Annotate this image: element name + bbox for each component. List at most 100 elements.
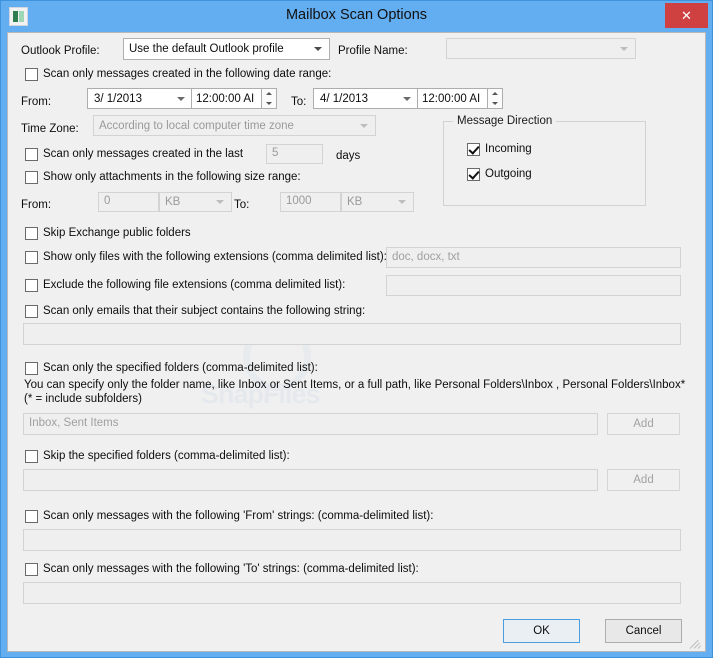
size-from-unit-combo[interactable]: KB [159, 192, 232, 212]
resize-grip[interactable] [689, 637, 702, 649]
time-from-field[interactable]: 12:00:00 AI [192, 88, 262, 109]
skip-public-folders-row[interactable]: Skip Exchange public folders [25, 226, 191, 240]
size-to-label: To: [234, 199, 250, 211]
to-strings-checkbox[interactable] [25, 562, 38, 576]
cancel-button[interactable]: Cancel [605, 619, 682, 643]
time-to-spinner[interactable] [488, 88, 503, 109]
last-days-unit-label: days [336, 150, 361, 162]
specified-folders-placeholder: Inbox, Sent Items [29, 417, 119, 430]
window-title: Mailbox Scan Options [285, 7, 428, 23]
message-direction-group: Message Direction Incoming Outgoing [443, 115, 646, 206]
to-strings-label: Scan only messages with the following 'T… [43, 563, 419, 575]
exclude-extensions-row[interactable]: Exclude the following file extensions (c… [25, 278, 345, 292]
incoming-row[interactable]: Incoming [467, 142, 532, 156]
to-strings-row[interactable]: Scan only messages with the following 'T… [25, 562, 419, 576]
spinner-down-icon[interactable] [262, 99, 276, 109]
time-from-spinner[interactable] [262, 88, 277, 109]
size-from-input[interactable]: 0 [98, 192, 159, 212]
size-to-unit-value: KB [347, 196, 363, 208]
spinner-up-icon[interactable] [488, 89, 502, 99]
from-strings-input[interactable] [23, 529, 681, 551]
size-to-unit-combo[interactable]: KB [341, 192, 414, 212]
size-range-label: Show only attachments in the following s… [43, 171, 301, 183]
time-to-value: 12:00:00 AI [422, 92, 481, 105]
subject-contains-checkbox[interactable] [25, 304, 38, 318]
last-days-value: 5 [272, 147, 279, 160]
outgoing-row[interactable]: Outgoing [467, 167, 532, 181]
skip-public-folders-checkbox[interactable] [25, 226, 38, 240]
date-to-value: 4/ 1/2013 [320, 92, 368, 105]
from-strings-checkbox[interactable] [25, 509, 38, 523]
ok-button[interactable]: OK [503, 619, 580, 643]
specified-folders-label: Scan only the specified folders (comma-d… [43, 362, 318, 374]
dialog-window: Mailbox Scan Options ✕ SnapFiles Outlook… [0, 0, 713, 658]
spinner-down-icon[interactable] [488, 99, 502, 109]
date-to-group[interactable]: 4/ 1/2013 12:00:00 AI [313, 88, 503, 109]
skip-folders-input[interactable] [23, 469, 598, 491]
outgoing-checkbox[interactable] [467, 167, 480, 181]
date-range-checkbox[interactable] [25, 67, 38, 81]
spinner-up-icon[interactable] [262, 89, 276, 99]
incoming-checkbox[interactable] [467, 142, 480, 156]
time-zone-combo[interactable]: According to local computer time zone [93, 115, 376, 136]
outgoing-label: Outgoing [485, 168, 532, 180]
size-range-row[interactable]: Show only attachments in the following s… [25, 170, 301, 184]
size-to-input[interactable]: 1000 [280, 192, 341, 212]
date-from-group[interactable]: 3/ 1/2013 12:00:00 AI [87, 88, 277, 109]
from-strings-label: Scan only messages with the following 'F… [43, 510, 434, 522]
date-range-row[interactable]: Scan only messages created in the follow… [25, 67, 331, 81]
chevron-down-icon [216, 200, 224, 204]
skip-public-folders-label: Skip Exchange public folders [43, 227, 191, 239]
include-extensions-row[interactable]: Show only files with the following exten… [25, 250, 387, 264]
exclude-extensions-checkbox[interactable] [25, 278, 38, 292]
skip-folders-checkbox[interactable] [25, 449, 38, 463]
dialog-client-area: SnapFiles Outlook Profile: Use the defau… [7, 32, 706, 652]
date-from-label: From: [21, 96, 52, 108]
size-from-value: 0 [104, 195, 111, 208]
chevron-down-icon [360, 123, 368, 128]
to-strings-input[interactable] [23, 582, 681, 604]
time-to-field[interactable]: 12:00:00 AI [418, 88, 488, 109]
include-extensions-label: Show only files with the following exten… [43, 251, 387, 263]
close-button[interactable]: ✕ [665, 3, 708, 28]
subject-contains-label: Scan only emails that their subject cont… [43, 305, 366, 317]
last-days-row[interactable]: Scan only messages created in the last [25, 147, 243, 161]
date-to-picker[interactable]: 4/ 1/2013 [313, 88, 418, 109]
specified-folders-checkbox[interactable] [25, 361, 38, 375]
date-from-value: 3/ 1/2013 [94, 92, 142, 105]
size-from-label: From: [21, 199, 52, 211]
size-range-checkbox[interactable] [25, 170, 38, 184]
subject-contains-row[interactable]: Scan only emails that their subject cont… [25, 304, 365, 318]
from-strings-row[interactable]: Scan only messages with the following 'F… [25, 509, 433, 523]
exclude-extensions-input[interactable] [386, 275, 681, 296]
profile-name-combo[interactable] [446, 38, 636, 59]
specified-folders-row[interactable]: Scan only the specified folders (comma-d… [25, 361, 318, 375]
date-to-label: To: [291, 96, 307, 108]
time-from-value: 12:00:00 AI [196, 92, 255, 105]
incoming-label: Incoming [485, 143, 532, 155]
chevron-down-icon [403, 96, 411, 101]
exclude-extensions-label: Exclude the following file extensions (c… [43, 279, 346, 291]
specified-folders-add-button[interactable]: Add [607, 413, 680, 435]
last-days-label: Scan only messages created in the last [43, 148, 244, 160]
size-to-value: 1000 [286, 195, 312, 208]
skip-folders-row[interactable]: Skip the specified folders (comma-delimi… [25, 449, 290, 463]
include-extensions-input[interactable]: doc, docx, txt [386, 247, 681, 268]
last-days-input[interactable]: 5 [266, 144, 323, 164]
skip-folders-label: Skip the specified folders (comma-delimi… [43, 450, 290, 462]
title-bar: Mailbox Scan Options ✕ [1, 1, 712, 32]
specified-folders-hint-line2: (* = include subfolders) [24, 393, 142, 405]
specified-folders-input[interactable]: Inbox, Sent Items [23, 413, 598, 435]
profile-name-label: Profile Name: [338, 45, 408, 57]
chevron-down-icon [620, 46, 628, 51]
last-days-checkbox[interactable] [25, 147, 38, 161]
outlook-profile-combo[interactable]: Use the default Outlook profile [123, 38, 330, 60]
skip-folders-add-button[interactable]: Add [607, 469, 680, 491]
outlook-profile-label: Outlook Profile: [21, 45, 100, 57]
chevron-down-icon [398, 200, 406, 204]
date-from-picker[interactable]: 3/ 1/2013 [87, 88, 192, 109]
include-extensions-checkbox[interactable] [25, 250, 38, 264]
subject-contains-input[interactable] [23, 323, 681, 345]
time-zone-label: Time Zone: [21, 123, 79, 135]
chevron-down-icon [177, 96, 185, 101]
